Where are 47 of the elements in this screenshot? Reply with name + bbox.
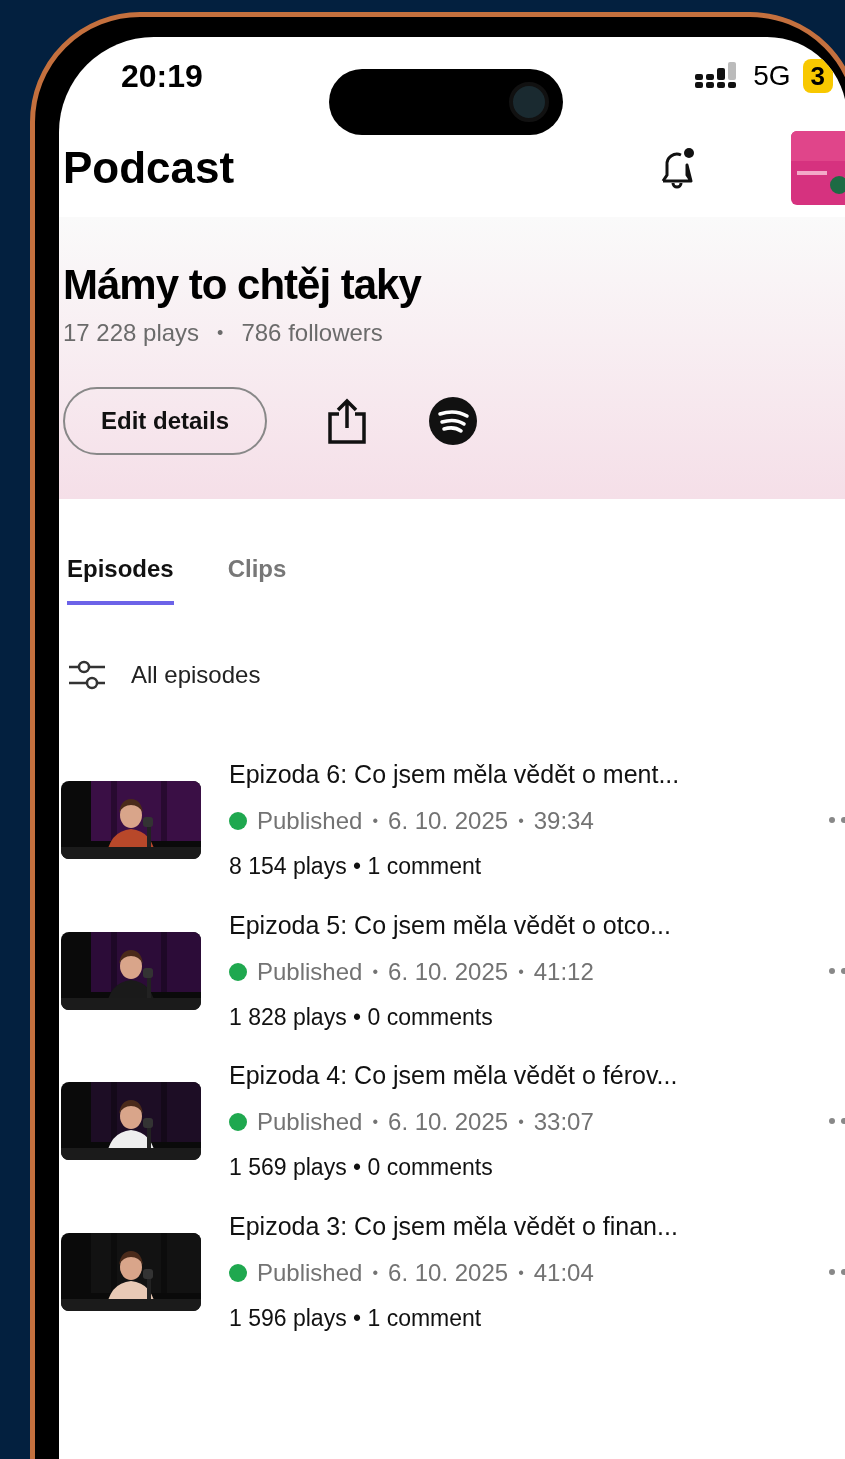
status-label: Published <box>257 956 363 987</box>
more-icon[interactable] <box>829 1267 845 1276</box>
status-label: Published <box>257 1257 363 1288</box>
separator-dot: • <box>372 961 379 982</box>
separator-dot: • <box>217 321 224 345</box>
episode-stats: 1 596 plays • 1 comment <box>229 1303 483 1333</box>
separator-dot: • <box>518 961 524 982</box>
filter-label[interactable]: All episodes <box>131 657 261 693</box>
spotify-icon[interactable] <box>429 397 477 445</box>
status-label: Published <box>257 1107 363 1137</box>
separator-dot: • <box>518 1262 524 1283</box>
status-label: Published <box>257 806 363 836</box>
more-icon[interactable] <box>829 966 845 975</box>
episode-duration: 39:34 <box>533 806 594 836</box>
tab[interactable]: Clips <box>227 551 287 605</box>
clock: 20:19 <box>121 57 203 96</box>
network-label: 5G <box>753 59 791 93</box>
episode-date: 6. 10. 2025 <box>388 956 509 987</box>
followers-count: 786 followers <box>241 318 383 348</box>
episode-title[interactable]: Epizoda 3: Co jsem měla vědět o finan... <box>229 1208 789 1243</box>
separator-dot: • <box>372 1262 379 1283</box>
plays-count: 17 228 plays <box>63 318 200 348</box>
share-icon[interactable] <box>327 398 367 444</box>
edit-details-button[interactable]: Edit details <box>63 387 267 455</box>
episode-date: 6. 10. 2025 <box>388 1107 509 1137</box>
episode-duration: 33:07 <box>533 1107 594 1137</box>
separator-dot: • <box>372 1112 379 1132</box>
more-icon[interactable] <box>829 816 845 825</box>
separator-dot: • <box>518 1112 524 1132</box>
episode-stats: 1 569 plays • 0 comments <box>229 1153 494 1182</box>
episode-stats: 1 828 plays • 0 comments <box>229 1002 494 1032</box>
episode-title[interactable]: Epizoda 4: Co jsem měla vědět o férov... <box>229 1058 789 1092</box>
episode-title[interactable]: Epizoda 5: Co jsem měla vědět o otco... <box>229 907 789 942</box>
filter-icon[interactable] <box>69 659 105 691</box>
tab[interactable]: Episodes <box>67 551 174 605</box>
more-icon[interactable] <box>829 1117 845 1126</box>
episode-date: 6. 10. 2025 <box>388 1257 509 1288</box>
page-title: Podcast <box>63 142 235 194</box>
podcast-title: Mámy to chtěj taky <box>63 260 423 310</box>
episode-date: 6. 10. 2025 <box>388 806 509 836</box>
battery-indicator: 3 <box>802 59 833 93</box>
separator-dot: • <box>518 811 524 831</box>
separator-dot: • <box>372 811 379 831</box>
episode-duration: 41:12 <box>533 956 594 987</box>
episode-duration: 41:04 <box>533 1257 594 1288</box>
episode-title[interactable]: Epizoda 6: Co jsem měla vědět o ment... <box>229 757 789 791</box>
episode-stats: 8 154 plays • 1 comment <box>229 852 483 881</box>
